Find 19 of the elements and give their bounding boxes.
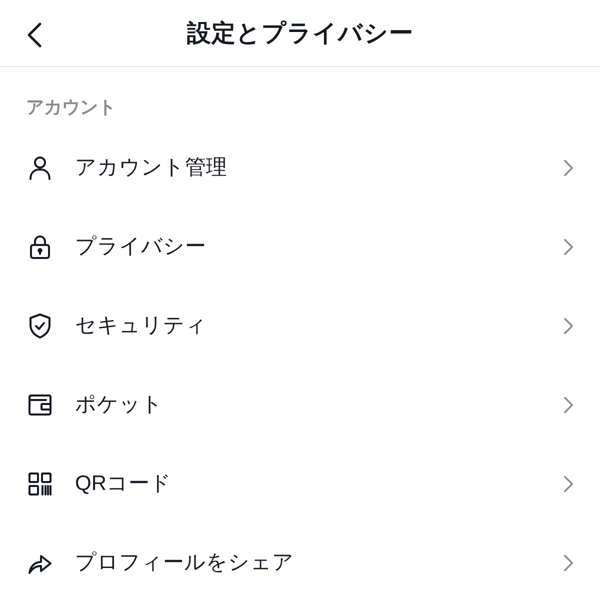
section-header: アカウント <box>25 96 117 119</box>
chevron-right-icon <box>563 158 574 176</box>
chevron-right-icon <box>563 238 574 256</box>
settings-item[interactable]: QRコード <box>0 444 600 523</box>
lock-icon <box>27 234 53 260</box>
shield-check-icon <box>27 312 53 338</box>
chevron-right-icon <box>563 396 574 414</box>
page-title: 設定とプライバシー <box>186 19 414 49</box>
chevron-right-icon <box>563 554 574 572</box>
chevron-right-icon <box>563 474 574 492</box>
qr-code-icon <box>27 470 53 496</box>
settings-item[interactable]: アカウント管理 <box>0 128 600 207</box>
settings-item[interactable]: プライバシー <box>0 207 600 286</box>
settings-item[interactable]: セキュリティ <box>0 286 600 365</box>
chevron-right-icon <box>563 316 574 334</box>
wallet-icon <box>27 392 53 418</box>
person-icon <box>27 154 53 180</box>
settings-item[interactable]: プロフィールをシェア <box>0 523 600 602</box>
settings-item[interactable]: ポケット <box>0 365 600 444</box>
